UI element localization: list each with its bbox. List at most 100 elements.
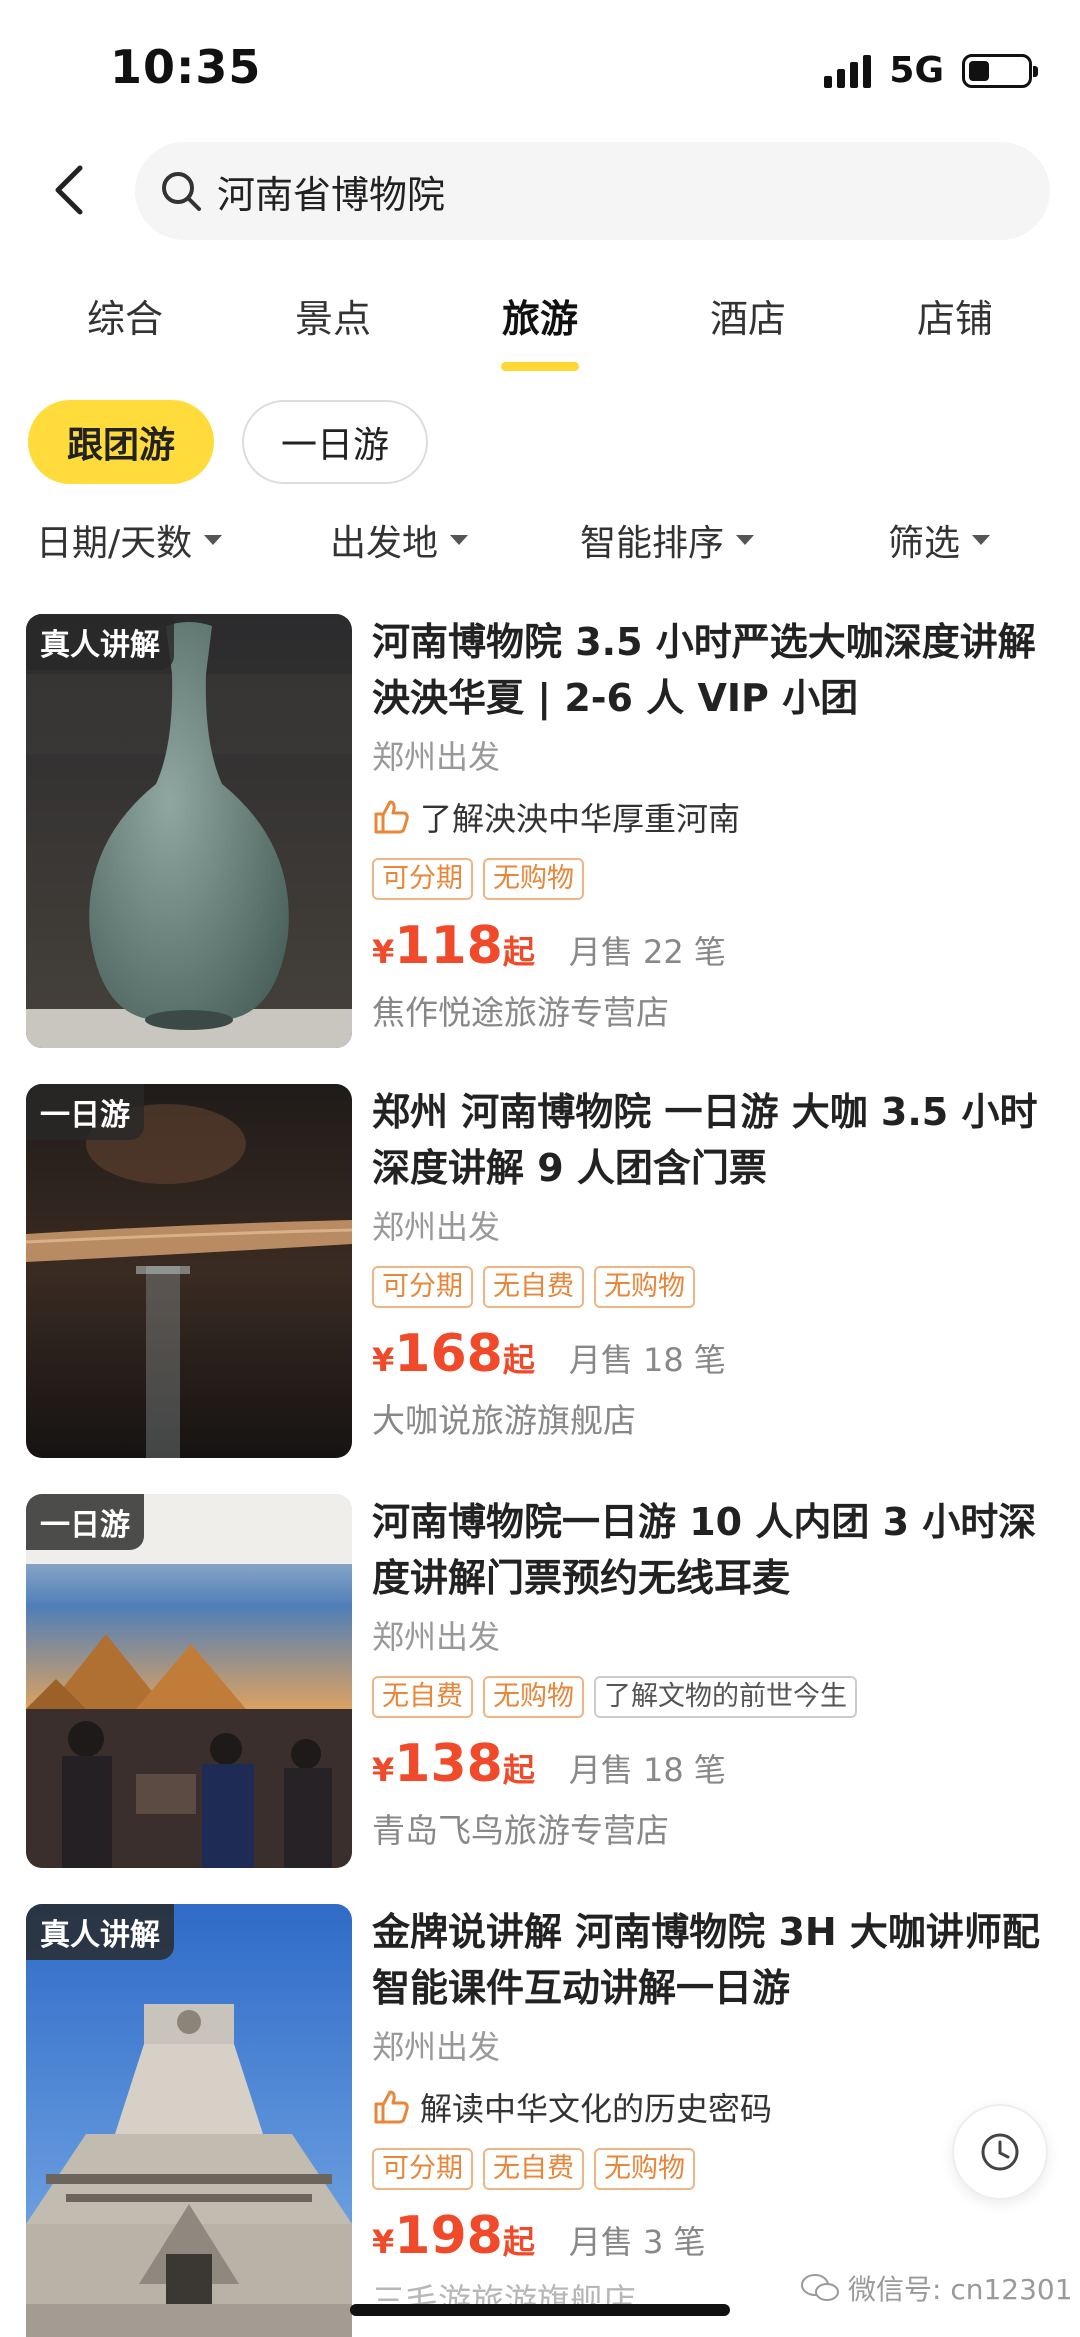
search-input[interactable]: 河南省博物院: [135, 142, 1050, 240]
product-highlight: 解读中华文化的历史密码: [372, 2084, 1052, 2130]
product-badge: 真人讲解: [26, 614, 174, 670]
tag-list: 可分期 无购物: [372, 858, 1052, 900]
highlight-text: 解读中华文化的历史密码: [420, 2090, 773, 2128]
back-button[interactable]: [40, 160, 100, 220]
filter-screen-label: 筛选: [888, 523, 961, 564]
currency-symbol: ¥: [372, 1751, 395, 1789]
product-title: 郑州 河南博物院 一日游 大咖 3.5 小时深度讲解 9 人团含门票: [372, 1090, 1038, 1190]
price-row: ¥ 168 起 月售 18 笔: [372, 1324, 1052, 1384]
product-title: 河南博物院一日游 10 人内团 3 小时深度讲解门票预约无线耳麦: [372, 1500, 1037, 1600]
departure-city: 郑州出发: [372, 1208, 501, 1246]
tag-no-extra-cost: 无自费: [372, 1676, 473, 1718]
filter-screen[interactable]: 筛选: [888, 514, 991, 566]
product-info: 金牌说讲解 河南博物院 3H 大咖讲师配智能课件互动讲解一日游 郑州出发 解读中…: [372, 1904, 1052, 2322]
monthly-sales: 月售 18 笔: [568, 1751, 726, 1789]
product-card[interactable]: 一日游 河南博物院一日游 10 人内团 3 小时深度讲解门票预约无线耳麦 郑州出…: [0, 1494, 1080, 1870]
product-image-exhibition[interactable]: 一日游: [26, 1494, 352, 1868]
price-suffix: 起: [502, 933, 535, 971]
price: 198: [394, 2206, 503, 2266]
network-label: 5G: [889, 50, 944, 91]
thumbs-up-icon: [374, 2090, 409, 2124]
tag-no-shopping: 无购物: [594, 2148, 695, 2190]
tag-no-shopping: 无购物: [483, 1676, 584, 1718]
chip-day-trip[interactable]: 一日游: [242, 400, 428, 484]
tag-no-shopping: 无购物: [594, 1266, 695, 1308]
exhibition-hall-image: [26, 1494, 352, 1868]
shop-name[interactable]: 青岛飞鸟旅游专营店: [372, 1804, 1052, 1852]
product-info: 郑州 河南博物院 一日游 大咖 3.5 小时深度讲解 9 人团含门票 郑州出发 …: [372, 1084, 1052, 1442]
thumbs-up-icon: [374, 800, 409, 834]
active-tab-indicator: [501, 362, 579, 371]
history-button[interactable]: [952, 2104, 1048, 2200]
tab-attractions[interactable]: 景点: [295, 288, 371, 343]
product-card[interactable]: 一日游 郑州 河南博物院 一日游 大咖 3.5 小时深度讲解 9 人团含门票 郑…: [0, 1084, 1080, 1460]
tab-overall[interactable]: 综合: [87, 288, 163, 343]
wechat-icon: [801, 2274, 839, 2301]
tag-installment: 可分期: [372, 2148, 473, 2190]
status-time: 10:35: [110, 40, 262, 94]
product-badge: 一日游: [26, 1084, 144, 1140]
product-badge: 一日游: [26, 1494, 144, 1550]
filter-departure[interactable]: 出发地: [330, 514, 469, 566]
product-info: 河南博物院 3.5 小时严选大咖深度讲解泱泱华夏 | 2-6 人 VIP 小团 …: [372, 614, 1052, 1034]
wechat-watermark: 微信号: cn12301: [800, 2268, 1073, 2308]
product-card[interactable]: 真人讲解 河南博物院 3.5 小时严选大咖深度讲解泱泱华夏 | 2-6 人 VI…: [0, 614, 1080, 1050]
product-image-vase[interactable]: 真人讲解: [26, 614, 352, 1048]
currency-symbol: ¥: [372, 1341, 395, 1379]
price: 118: [394, 916, 503, 976]
clock-icon: [981, 2133, 1019, 2171]
product-highlight: 了解泱泱中华厚重河南: [372, 794, 1052, 840]
celadon-vase-image: [26, 614, 352, 1048]
chip-group-tour[interactable]: 跟团游: [28, 400, 214, 484]
product-image-museum[interactable]: 真人讲解: [26, 1904, 352, 2337]
caret-down-icon: [204, 535, 223, 545]
filter-date-label: 日期/天数: [36, 523, 193, 564]
search-query: 河南省博物院: [217, 172, 446, 217]
monthly-sales: 月售 3 笔: [568, 2223, 706, 2261]
filter-sort[interactable]: 智能排序: [580, 514, 755, 566]
bone-flute-image: [26, 1084, 352, 1458]
price-row: ¥ 138 起 月售 18 笔: [372, 1734, 1052, 1794]
price-row: ¥ 198 起 月售 3 笔: [372, 2206, 1052, 2266]
watermark-text: 微信号: cn12301: [848, 2273, 1073, 2306]
currency-symbol: ¥: [372, 2223, 395, 2261]
departure-city: 郑州出发: [372, 1618, 501, 1656]
price: 168: [394, 1324, 503, 1384]
price-suffix: 起: [502, 1341, 535, 1379]
tag-no-shopping: 无购物: [483, 858, 584, 900]
highlight-text: 了解泱泱中华厚重河南: [420, 800, 741, 838]
caret-down-icon: [972, 535, 991, 545]
product-title: 金牌说讲解 河南博物院 3H 大咖讲师配智能课件互动讲解一日游: [372, 1910, 1040, 2010]
tab-hotels[interactable]: 酒店: [710, 288, 786, 343]
status-bar: 10:35 5G: [0, 0, 1080, 130]
filter-departure-label: 出发地: [330, 523, 439, 564]
tab-shops[interactable]: 店铺: [917, 288, 993, 343]
product-title: 河南博物院 3.5 小时严选大咖深度讲解泱泱华夏 | 2-6 人 VIP 小团: [372, 620, 1036, 720]
tag-feature: 了解文物的前世今生: [594, 1676, 857, 1718]
tab-travel[interactable]: 旅游: [502, 288, 578, 343]
tag-installment: 可分期: [372, 1266, 473, 1308]
search-icon: [162, 172, 201, 211]
tag-list: 无自费 无购物 了解文物的前世今生: [372, 1676, 1052, 1718]
monthly-sales: 月售 18 笔: [568, 1341, 726, 1379]
filter-date[interactable]: 日期/天数: [36, 514, 223, 566]
tag-list: 可分期 无自费 无购物: [372, 1266, 1052, 1308]
tag-no-extra-cost: 无自费: [483, 1266, 584, 1308]
product-image-flute[interactable]: 一日游: [26, 1084, 352, 1458]
museum-building-image: [26, 1904, 352, 2337]
category-tabs: 综合 景点 旅游 酒店 店铺: [0, 280, 1080, 371]
price-suffix: 起: [502, 1751, 535, 1789]
tag-no-extra-cost: 无自费: [483, 2148, 584, 2190]
price-suffix: 起: [502, 2223, 535, 2261]
filter-sort-label: 智能排序: [580, 523, 725, 564]
caret-down-icon: [450, 535, 469, 545]
departure-city: 郑州出发: [372, 738, 501, 776]
home-indicator[interactable]: [350, 2304, 730, 2316]
chevron-left-icon: [55, 165, 83, 215]
status-indicators: 5G: [824, 50, 1038, 91]
product-info: 河南博物院一日游 10 人内团 3 小时深度讲解门票预约无线耳麦 郑州出发 无自…: [372, 1494, 1052, 1852]
price-row: ¥ 118 起 月售 22 笔: [372, 916, 1052, 976]
shop-name[interactable]: 大咖说旅游旗舰店: [372, 1394, 1052, 1442]
shop-name[interactable]: 焦作悦途旅游专营店: [372, 986, 1052, 1034]
battery-icon: [962, 53, 1038, 88]
